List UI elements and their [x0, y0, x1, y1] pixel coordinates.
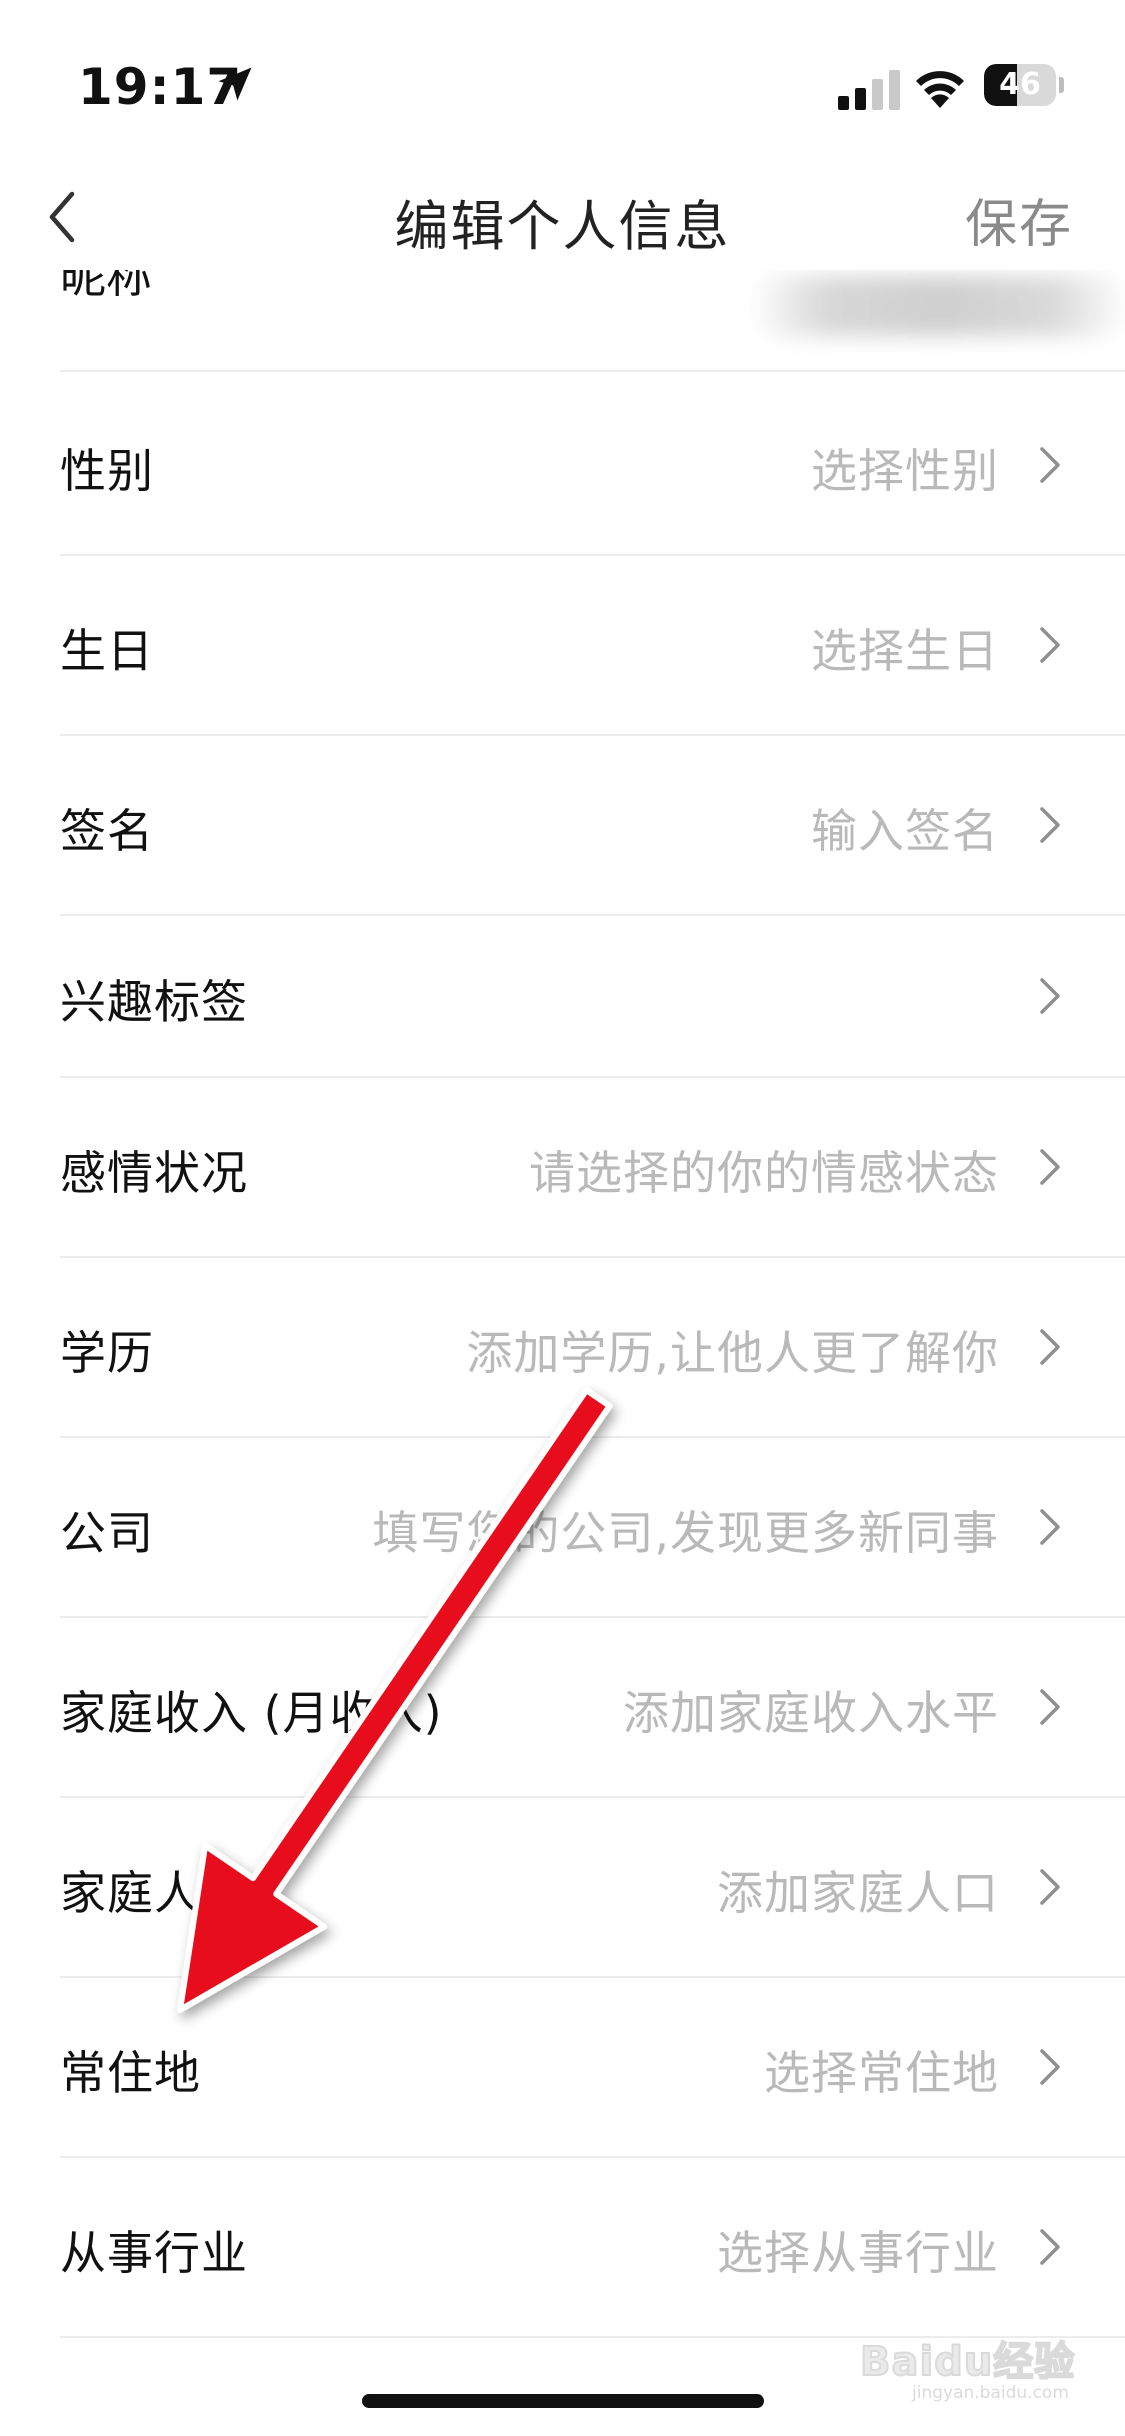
battery-icon: 46 [984, 64, 1064, 106]
save-button[interactable]: 保存 [965, 182, 1073, 257]
nickname-value-blurred [750, 276, 1125, 336]
profile-row[interactable]: 性别 选择性别 [60, 376, 1125, 556]
row-value: 选择从事行业 [717, 2226, 999, 2280]
baidu-jingyan-watermark: Baidu经验 jingyan.baidu.com [859, 2325, 1080, 2405]
profile-row[interactable]: 学历 添加学历,让他人更了解你 [60, 1258, 1125, 1438]
row-value: 添加学历,让他人更了解你 [466, 1326, 999, 1380]
page-title: 编辑个人信息 [394, 195, 731, 258]
chevron-right-icon [1040, 807, 1060, 843]
row-label: 公司 [60, 1506, 154, 1560]
profile-row[interactable]: 常住地 选择常住地 [60, 1978, 1125, 2158]
navigation-bar: 编辑个人信息 保存 [0, 160, 1125, 270]
profile-row[interactable]: 从事行业 选择从事行业 [60, 2158, 1125, 2338]
chevron-right-icon [1040, 1149, 1060, 1185]
row-label: 签名 [60, 804, 154, 858]
row-label: 学历 [60, 1326, 154, 1380]
row-value: 选择生日 [811, 624, 999, 678]
row-label: 性别 [60, 444, 154, 498]
row-label: 常住地 [60, 2046, 201, 2100]
row-label: 从事行业 [60, 2226, 248, 2280]
row-label: 兴趣标签 [60, 975, 248, 1029]
home-indicator[interactable] [362, 2394, 764, 2408]
chevron-right-icon [1040, 978, 1060, 1014]
row-value: 选择性别 [811, 444, 999, 498]
chevron-right-icon [1040, 1509, 1060, 1545]
chevron-right-icon [1040, 447, 1060, 483]
row-value: 填写您的公司,发现更多新同事 [372, 1506, 999, 1560]
chevron-right-icon [1040, 1689, 1060, 1725]
watermark-site: jingyan.baidu.com [912, 2383, 1069, 2403]
cellular-signal-icon [838, 70, 900, 110]
row-label: 家庭人口 [60, 1866, 248, 1920]
chevron-right-icon [1040, 627, 1060, 663]
row-value: 选择常住地 [764, 2046, 999, 2100]
profile-row[interactable]: 家庭人口 添加家庭人口 [60, 1798, 1125, 1978]
profile-row[interactable]: 兴趣标签 [60, 916, 1125, 1078]
chevron-right-icon [1040, 1869, 1060, 1905]
row-label: 家庭收入 (月收入) [60, 1686, 443, 1740]
profile-row[interactable]: 感情状况 请选择的你的情感状态 [60, 1078, 1125, 1258]
chevron-right-icon [1040, 2229, 1060, 2265]
watermark-brand: Baidu经验 [859, 2338, 1076, 2386]
nickname-row[interactable]: 昵称 [60, 249, 1125, 372]
row-label: 生日 [60, 624, 154, 678]
row-value: 添加家庭收入水平 [623, 1686, 999, 1740]
row-value: 输入签名 [811, 804, 999, 858]
status-bar: 19:17 46 [0, 0, 1125, 150]
row-label: 感情状况 [60, 1146, 248, 1200]
chevron-right-icon [1040, 2049, 1060, 2085]
row-value: 添加家庭人口 [717, 1866, 999, 1920]
profile-row[interactable]: 签名 输入签名 [60, 736, 1125, 916]
wifi-icon [916, 71, 964, 108]
profile-row[interactable]: 家庭收入 (月收入) 添加家庭收入水平 [60, 1618, 1125, 1798]
profile-row[interactable]: 生日 选择生日 [60, 556, 1125, 736]
profile-row[interactable]: 公司 填写您的公司,发现更多新同事 [60, 1438, 1125, 1618]
row-value: 请选择的你的情感状态 [529, 1146, 999, 1200]
chevron-right-icon [1040, 1329, 1060, 1365]
battery-level: 46 [999, 67, 1041, 102]
location-arrow-icon [218, 67, 252, 101]
